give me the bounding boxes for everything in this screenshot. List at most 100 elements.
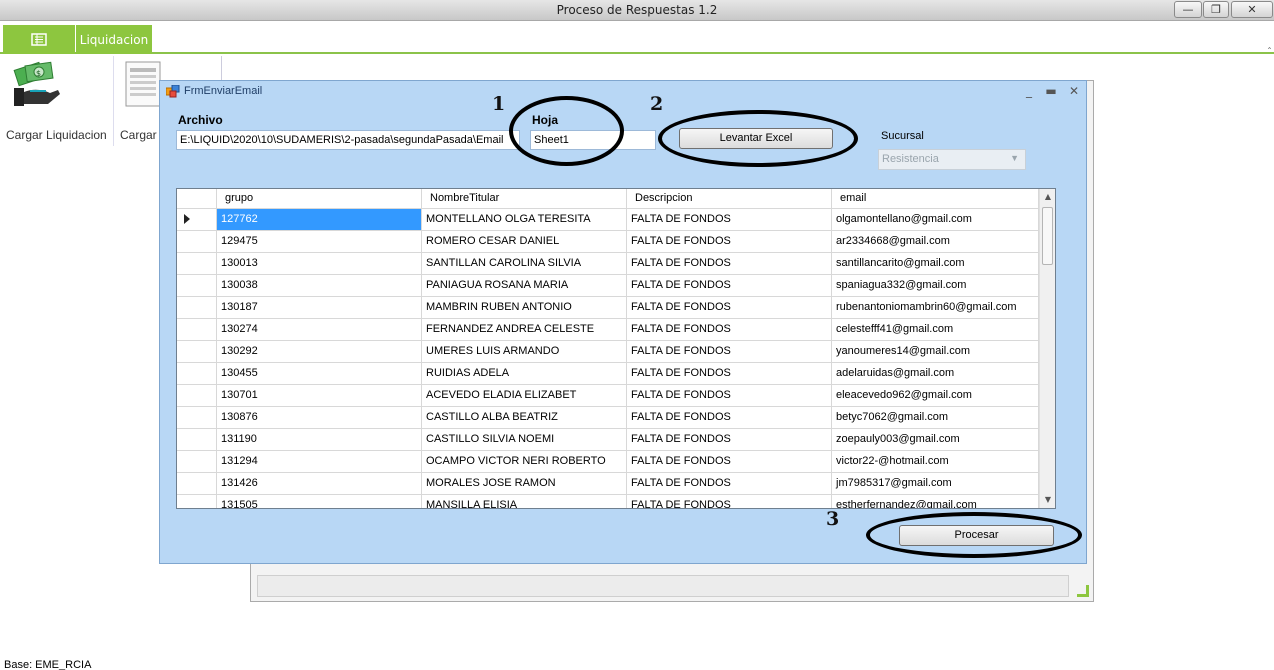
table-row[interactable]: 130455 RUIDIAS ADELA FALTA DE FONDOS adelar…	[177, 363, 1039, 385]
cell-grupo[interactable]: 129475	[217, 231, 422, 253]
cell-nombretitular[interactable]: MORALES JOSE RAMON	[422, 473, 627, 495]
tab-liquidacion[interactable]: Liquidacion	[76, 25, 152, 54]
table-row[interactable]: 130013 SANTILLAN CAROLINA SILVIA FALTA DE …	[177, 253, 1039, 275]
table-row[interactable]: 127762 MONTELLANO OLGA TERESITA FALTA DE F…	[177, 209, 1039, 231]
cell-grupo[interactable]: 131190	[217, 429, 422, 451]
restore-button[interactable]: ❐	[1203, 1, 1229, 18]
table-row[interactable]: 129475 ROMERO CESAR DANIEL FALTA DE FONDOS…	[177, 231, 1039, 253]
cell-nombretitular[interactable]: FERNANDEZ ANDREA CELESTE	[422, 319, 627, 341]
column-header-email[interactable]: email	[832, 189, 1039, 209]
cell-grupo[interactable]: 131294	[217, 451, 422, 473]
row-header[interactable]	[177, 231, 217, 253]
vertical-scrollbar[interactable]: ▲ ▼	[1039, 189, 1055, 508]
cell-nombretitular[interactable]: UMERES LUIS ARMANDO	[422, 341, 627, 363]
table-row[interactable]: 130701 ACEVEDO ELADIA ELIZABET FALTA DE FO…	[177, 385, 1039, 407]
cell-grupo[interactable]: 131426	[217, 473, 422, 495]
resize-grip-icon[interactable]	[1077, 585, 1089, 597]
cell-descripcion[interactable]: FALTA DE FONDOS	[627, 429, 832, 451]
cargar-liquidacion-button[interactable]: $ Cargar Liquidacion	[6, 56, 114, 146]
cell-grupo[interactable]: 130013	[217, 253, 422, 275]
cell-nombretitular[interactable]: ACEVEDO ELADIA ELIZABET	[422, 385, 627, 407]
cell-nombretitular[interactable]: RUIDIAS ADELA	[422, 363, 627, 385]
row-header[interactable]	[177, 451, 217, 473]
cell-grupo[interactable]: 130274	[217, 319, 422, 341]
dialog-close-icon[interactable]: ✕	[1065, 83, 1083, 99]
cell-descripcion[interactable]: FALTA DE FONDOS	[627, 451, 832, 473]
cell-nombretitular[interactable]: MONTELLANO OLGA TERESITA	[422, 209, 627, 231]
cell-nombretitular[interactable]: MANSILLA ELISIA	[422, 495, 627, 508]
cell-descripcion[interactable]: FALTA DE FONDOS	[627, 319, 832, 341]
archivo-input[interactable]: E:\LIQUID\2020\10\SUDAMERIS\2-pasada\seg…	[176, 130, 520, 150]
cell-email[interactable]: betyc7062@gmail.com	[832, 407, 1039, 429]
cell-grupo[interactable]: 130455	[217, 363, 422, 385]
cell-descripcion[interactable]: FALTA DE FONDOS	[627, 473, 832, 495]
cell-descripcion[interactable]: FALTA DE FONDOS	[627, 297, 832, 319]
table-row[interactable]: 131190 CASTILLO SILVIA NOEMI FALTA DE FOND…	[177, 429, 1039, 451]
cell-email[interactable]: spaniagua332@gmail.com	[832, 275, 1039, 297]
cell-descripcion[interactable]: FALTA DE FONDOS	[627, 385, 832, 407]
cell-email[interactable]: yanoumeres14@gmail.com	[832, 341, 1039, 363]
cell-email[interactable]: estherfernandez@gmail.com	[832, 495, 1039, 508]
table-row[interactable]: 130292 UMERES LUIS ARMANDO FALTA DE FONDOS…	[177, 341, 1039, 363]
cell-email[interactable]: santillancarito@gmail.com	[832, 253, 1039, 275]
row-header[interactable]	[177, 363, 217, 385]
table-row[interactable]: 131426 MORALES JOSE RAMON FALTA DE FONDOS j…	[177, 473, 1039, 495]
cell-email[interactable]: eleacevedo962@gmail.com	[832, 385, 1039, 407]
cell-grupo[interactable]: 130038	[217, 275, 422, 297]
column-header-nombretitular[interactable]: NombreTitular	[422, 189, 627, 209]
cell-grupo[interactable]: 127762	[217, 209, 422, 231]
column-header-grupo[interactable]: grupo	[217, 189, 422, 209]
close-button[interactable]: ✕	[1231, 1, 1273, 18]
cell-nombretitular[interactable]: SANTILLAN CAROLINA SILVIA	[422, 253, 627, 275]
cell-descripcion[interactable]: FALTA DE FONDOS	[627, 275, 832, 297]
cell-email[interactable]: victor22-@hotmail.com	[832, 451, 1039, 473]
row-header[interactable]	[177, 341, 217, 363]
cell-nombretitular[interactable]: PANIAGUA ROSANA MARIA	[422, 275, 627, 297]
sucursal-select[interactable]: Resistencia ▼	[878, 149, 1026, 170]
cell-descripcion[interactable]: FALTA DE FONDOS	[627, 341, 832, 363]
table-row[interactable]: 130274 FERNANDEZ ANDREA CELESTE FALTA DE F…	[177, 319, 1039, 341]
cell-descripcion[interactable]: FALTA DE FONDOS	[627, 407, 832, 429]
row-header[interactable]	[177, 429, 217, 451]
table-row[interactable]: 130876 CASTILLO ALBA BEATRIZ FALTA DE FOND…	[177, 407, 1039, 429]
cell-email[interactable]: adelaruidas@gmail.com	[832, 363, 1039, 385]
cell-email[interactable]: zoepauly003@gmail.com	[832, 429, 1039, 451]
cell-grupo[interactable]: 130292	[217, 341, 422, 363]
cell-descripcion[interactable]: FALTA DE FONDOS	[627, 363, 832, 385]
cell-email[interactable]: olgamontellano@gmail.com	[832, 209, 1039, 231]
ribbon-collapse-icon[interactable]: ˆ	[1267, 47, 1272, 58]
table-row[interactable]: 130038 PANIAGUA ROSANA MARIA FALTA DE FOND…	[177, 275, 1039, 297]
row-header[interactable]	[177, 473, 217, 495]
dialog-minimize-icon[interactable]: _	[1020, 83, 1038, 99]
cell-nombretitular[interactable]: CASTILLO SILVIA NOEMI	[422, 429, 627, 451]
cell-email[interactable]: celestefff41@gmail.com	[832, 319, 1039, 341]
cell-grupo[interactable]: 131505	[217, 495, 422, 508]
cell-descripcion[interactable]: FALTA DE FONDOS	[627, 231, 832, 253]
row-header[interactable]	[177, 209, 217, 231]
scroll-down-icon[interactable]: ▼	[1040, 492, 1055, 508]
dialog-maximize-icon[interactable]: ▬	[1042, 83, 1060, 99]
cell-nombretitular[interactable]: OCAMPO VICTOR NERI ROBERTO	[422, 451, 627, 473]
table-row[interactable]: 130187 MAMBRIN RUBEN ANTONIO FALTA DE FOND…	[177, 297, 1039, 319]
row-header[interactable]	[177, 319, 217, 341]
table-row[interactable]: 131505 MANSILLA ELISIA FALTA DE FONDOS esth…	[177, 495, 1039, 508]
cell-nombretitular[interactable]: MAMBRIN RUBEN ANTONIO	[422, 297, 627, 319]
minimize-button[interactable]: —	[1174, 1, 1202, 18]
data-grid[interactable]: grupo NombreTitular Descripcion email 12…	[176, 188, 1056, 509]
cell-nombretitular[interactable]: CASTILLO ALBA BEATRIZ	[422, 407, 627, 429]
cell-descripcion[interactable]: FALTA DE FONDOS	[627, 495, 832, 508]
row-header[interactable]	[177, 253, 217, 275]
cell-email[interactable]: ar2334668@gmail.com	[832, 231, 1039, 253]
cell-email[interactable]: rubenantoniomambrin60@gmail.com	[832, 297, 1039, 319]
row-header[interactable]	[177, 385, 217, 407]
scroll-up-icon[interactable]: ▲	[1040, 189, 1055, 205]
cell-email[interactable]: jm7985317@gmail.com	[832, 473, 1039, 495]
cell-grupo[interactable]: 130701	[217, 385, 422, 407]
row-header[interactable]	[177, 275, 217, 297]
row-header[interactable]	[177, 297, 217, 319]
cell-descripcion[interactable]: FALTA DE FONDOS	[627, 253, 832, 275]
cell-grupo[interactable]: 130876	[217, 407, 422, 429]
column-header-descripcion[interactable]: Descripcion	[627, 189, 832, 209]
row-header[interactable]	[177, 495, 217, 508]
cell-descripcion[interactable]: FALTA DE FONDOS	[627, 209, 832, 231]
